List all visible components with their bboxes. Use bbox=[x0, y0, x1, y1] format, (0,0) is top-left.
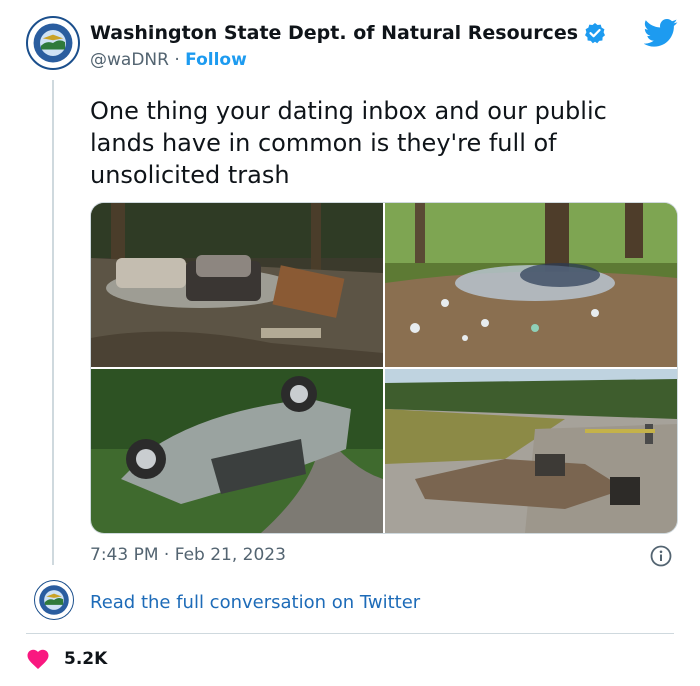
handle-row: @waDNR · Follow bbox=[90, 50, 247, 70]
like-count: 5.2K bbox=[64, 649, 108, 669]
read-conversation-link[interactable]: Read the full conversation on Twitter bbox=[90, 592, 420, 613]
tweet-text: One thing your dating inbox and our publ… bbox=[90, 97, 607, 189]
verified-badge-icon bbox=[585, 23, 606, 44]
follow-button[interactable]: Follow bbox=[185, 50, 247, 70]
twitter-bird-icon[interactable] bbox=[644, 18, 678, 48]
tweet-time[interactable]: 7:43 PM bbox=[90, 545, 159, 565]
handle-separator: · bbox=[174, 50, 180, 70]
photo-grid bbox=[90, 202, 678, 534]
tweet-date[interactable]: Feb 21, 2023 bbox=[175, 545, 286, 565]
photo-dumped-couches[interactable] bbox=[91, 203, 383, 367]
account-name-row[interactable]: Washington State Dept. of Natural Resour… bbox=[90, 22, 606, 44]
timestamp-separator: · bbox=[163, 545, 170, 565]
photo-overturned-car[interactable] bbox=[91, 369, 383, 533]
dnr-seal-logo bbox=[29, 19, 77, 67]
dnr-seal-logo-small bbox=[36, 582, 72, 618]
like-row[interactable]: 5.2K bbox=[26, 648, 107, 670]
divider bbox=[26, 633, 674, 634]
photo-forest-litter[interactable] bbox=[385, 203, 677, 367]
info-icon[interactable] bbox=[650, 545, 672, 567]
tweet-timestamp[interactable]: 7:43 PM · Feb 21, 2023 bbox=[90, 545, 286, 565]
account-avatar[interactable] bbox=[26, 16, 80, 70]
account-avatar-small[interactable] bbox=[34, 580, 74, 620]
account-name[interactable]: Washington State Dept. of Natural Resour… bbox=[90, 22, 578, 44]
thread-line bbox=[52, 80, 54, 565]
account-handle[interactable]: @waDNR bbox=[90, 50, 169, 70]
photo-roadside-dump[interactable] bbox=[385, 369, 677, 533]
heart-icon[interactable] bbox=[26, 648, 50, 670]
